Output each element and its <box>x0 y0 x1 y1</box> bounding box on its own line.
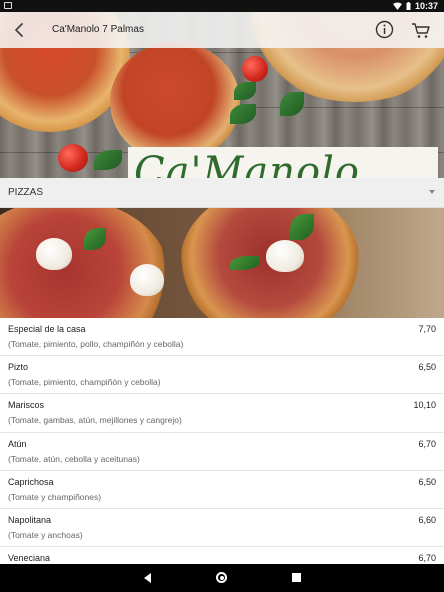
section-banner-image <box>0 208 444 318</box>
nav-back-icon[interactable] <box>144 573 151 583</box>
list-item[interactable]: Especial de la casa (Tomate, pimiento, p… <box>0 318 444 357</box>
status-bar: 10:37 <box>0 0 444 12</box>
item-description: (Tomate, pimiento, champiñón y cebolla) <box>8 377 161 388</box>
nav-home-icon[interactable] <box>216 572 227 583</box>
app-title: Ca'Manolo 7 Palmas <box>52 24 144 35</box>
item-description: (Tomate y anchoas) <box>8 529 83 540</box>
item-description: (Tomate y champiñones) <box>8 491 102 502</box>
list-item[interactable]: Veneciana 6,70 <box>0 547 444 564</box>
item-price: 6,50 <box>418 362 436 373</box>
item-description: (Tomate, pimiento, pollo, champiñón y ce… <box>8 339 184 349</box>
logo-text: Ca'Manolo <box>134 149 360 178</box>
section-title: PIZZAS <box>8 187 44 198</box>
pizza-image <box>0 208 170 318</box>
wifi-icon <box>392 2 402 10</box>
item-name: Atún <box>8 438 27 449</box>
mushroom-image <box>36 238 72 270</box>
item-price: 6,60 <box>418 514 436 525</box>
info-icon[interactable] <box>375 20 394 39</box>
chevron-down-icon[interactable] <box>429 190 435 194</box>
item-description: (Tomate, atún, cebolla y aceitunas) <box>8 453 140 464</box>
menu-list: Especial de la casa (Tomate, pimiento, p… <box>0 318 444 564</box>
item-price: 6,70 <box>418 438 436 449</box>
item-name: Especial de la casa <box>8 324 86 334</box>
tomato-image <box>58 144 88 172</box>
tomato-image <box>242 56 268 82</box>
pizza-image <box>110 42 240 162</box>
arrow-left-icon[interactable] <box>8 20 30 40</box>
item-name: Mariscos <box>8 400 45 411</box>
basil-leaf <box>94 150 122 170</box>
notification-icon <box>4 2 12 9</box>
system-nav-bar <box>0 564 444 592</box>
item-description: (Tomate, gambas, atún, mejillones y cang… <box>8 415 182 426</box>
basil-leaf <box>280 92 304 116</box>
list-item[interactable]: Atún (Tomate, atún, cebolla y aceitunas)… <box>0 433 444 471</box>
restaurant-logo: Ca'Manolo <box>128 147 438 178</box>
status-right: 10:37 <box>392 0 438 12</box>
item-price: 7,70 <box>418 324 436 334</box>
item-name: Caprichosa <box>8 476 54 487</box>
mushroom-image <box>130 264 164 296</box>
section-header-pizzas[interactable]: PIZZAS <box>0 178 444 208</box>
cart-icon[interactable] <box>410 20 432 40</box>
list-item[interactable]: Napolitana (Tomate y anchoas) 6,60 <box>0 509 444 548</box>
item-name: Napolitana <box>8 514 52 525</box>
item-name: Veneciana <box>8 553 51 564</box>
battery-icon <box>406 2 411 10</box>
item-name: Pizto <box>8 362 29 373</box>
app-bar: Ca'Manolo 7 Palmas <box>0 12 444 48</box>
basil-leaf <box>230 104 256 124</box>
item-price: 6,50 <box>418 476 436 487</box>
list-item[interactable]: Caprichosa (Tomate y champiñones) 6,50 <box>0 471 444 509</box>
item-price: 6,70 <box>418 553 436 564</box>
status-time: 10:37 <box>414 1 438 11</box>
nav-recent-icon[interactable] <box>292 573 301 582</box>
mushroom-image <box>266 240 304 272</box>
list-item[interactable]: Mariscos (Tomate, gambas, atún, mejillon… <box>0 394 444 433</box>
basil-leaf <box>234 82 256 100</box>
item-price: 10,10 <box>413 400 436 411</box>
list-item[interactable]: Pizto (Tomate, pimiento, champiñón y ceb… <box>0 356 444 395</box>
